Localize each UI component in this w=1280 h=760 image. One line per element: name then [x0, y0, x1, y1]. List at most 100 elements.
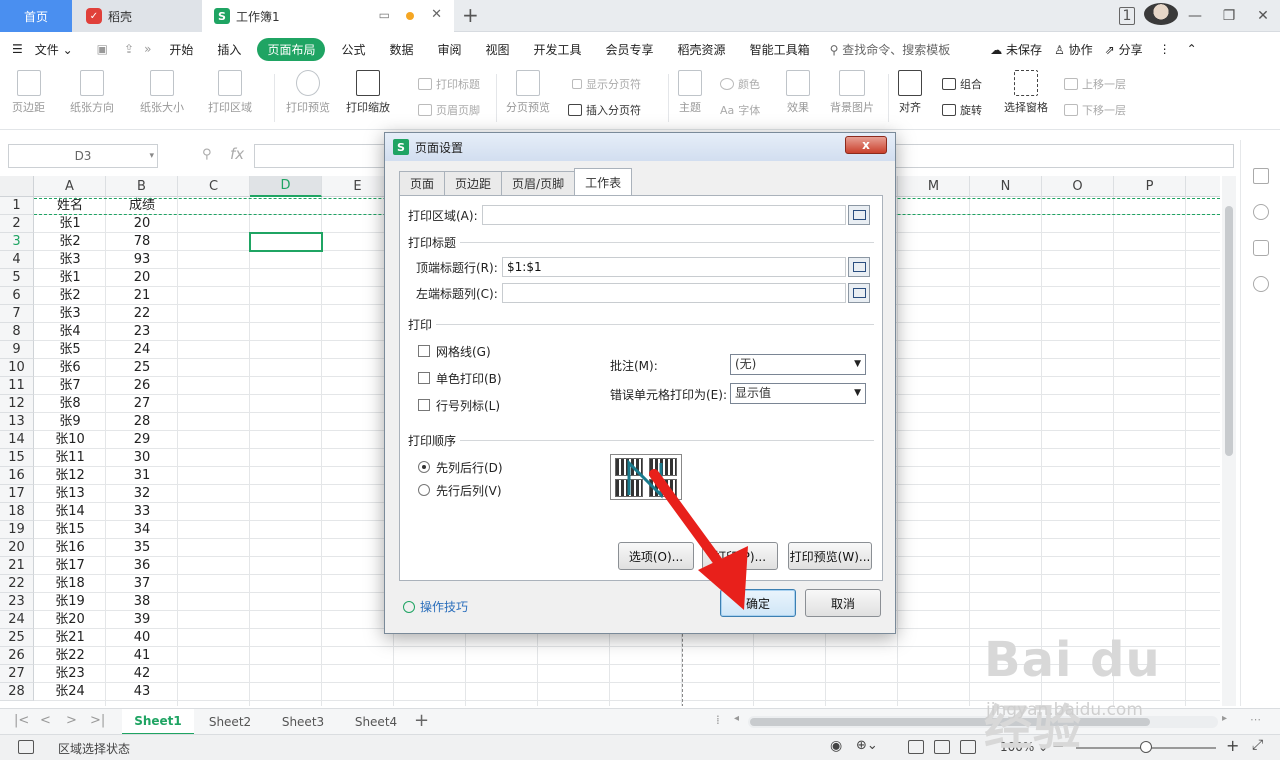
- column-header[interactable]: O: [1042, 176, 1114, 197]
- first-sheet-icon[interactable]: |<: [14, 713, 29, 728]
- cell-a[interactable]: 张22: [34, 647, 106, 665]
- cell-a[interactable]: 张20: [34, 611, 106, 629]
- cancel-button[interactable]: 取消: [805, 589, 881, 617]
- input-mode-icon[interactable]: ⊕⌄: [856, 738, 878, 753]
- dialog-titlebar[interactable]: S 页面设置 x: [385, 133, 895, 161]
- cell-a[interactable]: 张6: [34, 359, 106, 377]
- cell-b[interactable]: 43: [106, 683, 178, 701]
- cell-b[interactable]: 35: [106, 539, 178, 557]
- group-button[interactable]: 组合: [942, 76, 982, 92]
- row-header[interactable]: 8: [0, 323, 34, 341]
- next-sheet-icon[interactable]: >: [66, 713, 77, 728]
- cell-b[interactable]: 23: [106, 323, 178, 341]
- row-header[interactable]: 4: [0, 251, 34, 269]
- menu-view[interactable]: 视图: [474, 41, 522, 58]
- cell-a[interactable]: 张2: [34, 233, 106, 251]
- help-icon[interactable]: [1253, 204, 1269, 220]
- row-header[interactable]: 1: [0, 197, 34, 215]
- menu-page-layout[interactable]: 页面布局: [257, 37, 326, 61]
- name-box[interactable]: D3: [8, 144, 158, 168]
- row-header[interactable]: 25: [0, 629, 34, 647]
- split-handle-icon[interactable]: ⁞: [716, 713, 720, 727]
- column-header[interactable]: [1186, 176, 1220, 197]
- cell-b[interactable]: 39: [106, 611, 178, 629]
- more-chevron-icon[interactable]: »: [138, 42, 157, 56]
- tab-close-icon[interactable]: ✕: [431, 7, 442, 22]
- menu-smart-tools[interactable]: 智能工具箱: [738, 41, 822, 58]
- tab-workbook[interactable]: S 工作簿1 ▭ ✕: [202, 0, 454, 32]
- print-preview-button[interactable]: 打印预览: [286, 70, 330, 115]
- cell-a[interactable]: 张16: [34, 539, 106, 557]
- cell-a[interactable]: 张1: [34, 215, 106, 233]
- row-header[interactable]: 28: [0, 683, 34, 701]
- zoom-in-icon[interactable]: +: [1226, 736, 1239, 755]
- hamburger-icon[interactable]: ☰: [0, 42, 35, 56]
- column-header[interactable]: D: [250, 176, 322, 197]
- restore-icon[interactable]: ❐: [1212, 8, 1246, 24]
- bring-forward-button[interactable]: 上移一层: [1064, 76, 1126, 92]
- row-header[interactable]: 22: [0, 575, 34, 593]
- errors-select[interactable]: 显示值: [730, 383, 866, 404]
- cell-a[interactable]: 张15: [34, 521, 106, 539]
- cell-b[interactable]: 25: [106, 359, 178, 377]
- zoom-lookup-icon[interactable]: ⚲: [202, 147, 212, 162]
- cell-b[interactable]: 20: [106, 215, 178, 233]
- cell-a[interactable]: 张5: [34, 341, 106, 359]
- paper-size-button[interactable]: 纸张大小: [140, 70, 184, 115]
- more-menu-icon[interactable]: ⋮: [1149, 42, 1181, 56]
- new-tab-icon[interactable]: +: [462, 3, 479, 27]
- left-cols-input[interactable]: [502, 283, 846, 303]
- print-area-picker-icon[interactable]: [848, 205, 870, 225]
- selection-pane-button[interactable]: 选择窗格: [1004, 70, 1048, 115]
- select-all-corner[interactable]: [0, 176, 34, 197]
- print-button[interactable]: 打印(P)...: [702, 542, 778, 570]
- row-header[interactable]: 24: [0, 611, 34, 629]
- cell-a[interactable]: 张23: [34, 665, 106, 683]
- row-header[interactable]: 18: [0, 503, 34, 521]
- page-break-view-icon[interactable]: [960, 740, 976, 754]
- cell-a[interactable]: 张1: [34, 269, 106, 287]
- vertical-scrollbar[interactable]: [1222, 176, 1236, 706]
- cell-b[interactable]: 42: [106, 665, 178, 683]
- cell-b[interactable]: 26: [106, 377, 178, 395]
- send-backward-button[interactable]: 下移一层: [1064, 102, 1126, 118]
- minimize-icon[interactable]: —: [1178, 8, 1212, 24]
- normal-view-icon[interactable]: [908, 740, 924, 754]
- cell-b[interactable]: 27: [106, 395, 178, 413]
- print-titles-button[interactable]: 打印标题: [418, 76, 480, 92]
- collab-button[interactable]: ♙ 协作: [1048, 41, 1099, 58]
- options-button[interactable]: 选项(O)...: [618, 542, 694, 570]
- dialog-close-button[interactable]: x: [845, 136, 887, 154]
- cell-a[interactable]: 张11: [34, 449, 106, 467]
- fullscreen-icon[interactable]: ⤢: [1252, 737, 1263, 753]
- image-tool-icon[interactable]: [1253, 240, 1269, 256]
- comments-select[interactable]: (无): [730, 354, 866, 375]
- tab-daoke[interactable]: ✓ 稻壳: [72, 0, 202, 32]
- row-header[interactable]: 21: [0, 557, 34, 575]
- colors-button[interactable]: 颜色: [720, 76, 760, 92]
- user-avatar[interactable]: [1144, 3, 1178, 29]
- row-header[interactable]: 5: [0, 269, 34, 287]
- cell-b[interactable]: 成绩: [106, 197, 178, 215]
- cell-a[interactable]: 张7: [34, 377, 106, 395]
- cell-b[interactable]: 78: [106, 233, 178, 251]
- cell-b[interactable]: 34: [106, 521, 178, 539]
- cell-a[interactable]: 姓名: [34, 197, 106, 215]
- column-header[interactable]: P: [1114, 176, 1186, 197]
- row-header[interactable]: 23: [0, 593, 34, 611]
- menu-file[interactable]: 文件 ⌄: [35, 41, 85, 58]
- menu-formula[interactable]: 公式: [329, 41, 377, 58]
- row-header[interactable]: 17: [0, 485, 34, 503]
- insert-page-break-button[interactable]: 插入分页符: [568, 102, 641, 118]
- tips-link[interactable]: 操作技巧: [403, 598, 468, 615]
- cell-b[interactable]: 21: [106, 287, 178, 305]
- cell-a[interactable]: 张19: [34, 593, 106, 611]
- cell-b[interactable]: 38: [106, 593, 178, 611]
- cell-a[interactable]: 张17: [34, 557, 106, 575]
- orientation-button[interactable]: 纸张方向: [70, 70, 114, 115]
- print-preview-dialog-button[interactable]: 打印预览(W)...: [788, 542, 872, 570]
- align-button[interactable]: 对齐: [898, 70, 922, 115]
- cell-b[interactable]: 40: [106, 629, 178, 647]
- background-image-button[interactable]: 背景图片: [830, 70, 874, 115]
- cell-b[interactable]: 24: [106, 341, 178, 359]
